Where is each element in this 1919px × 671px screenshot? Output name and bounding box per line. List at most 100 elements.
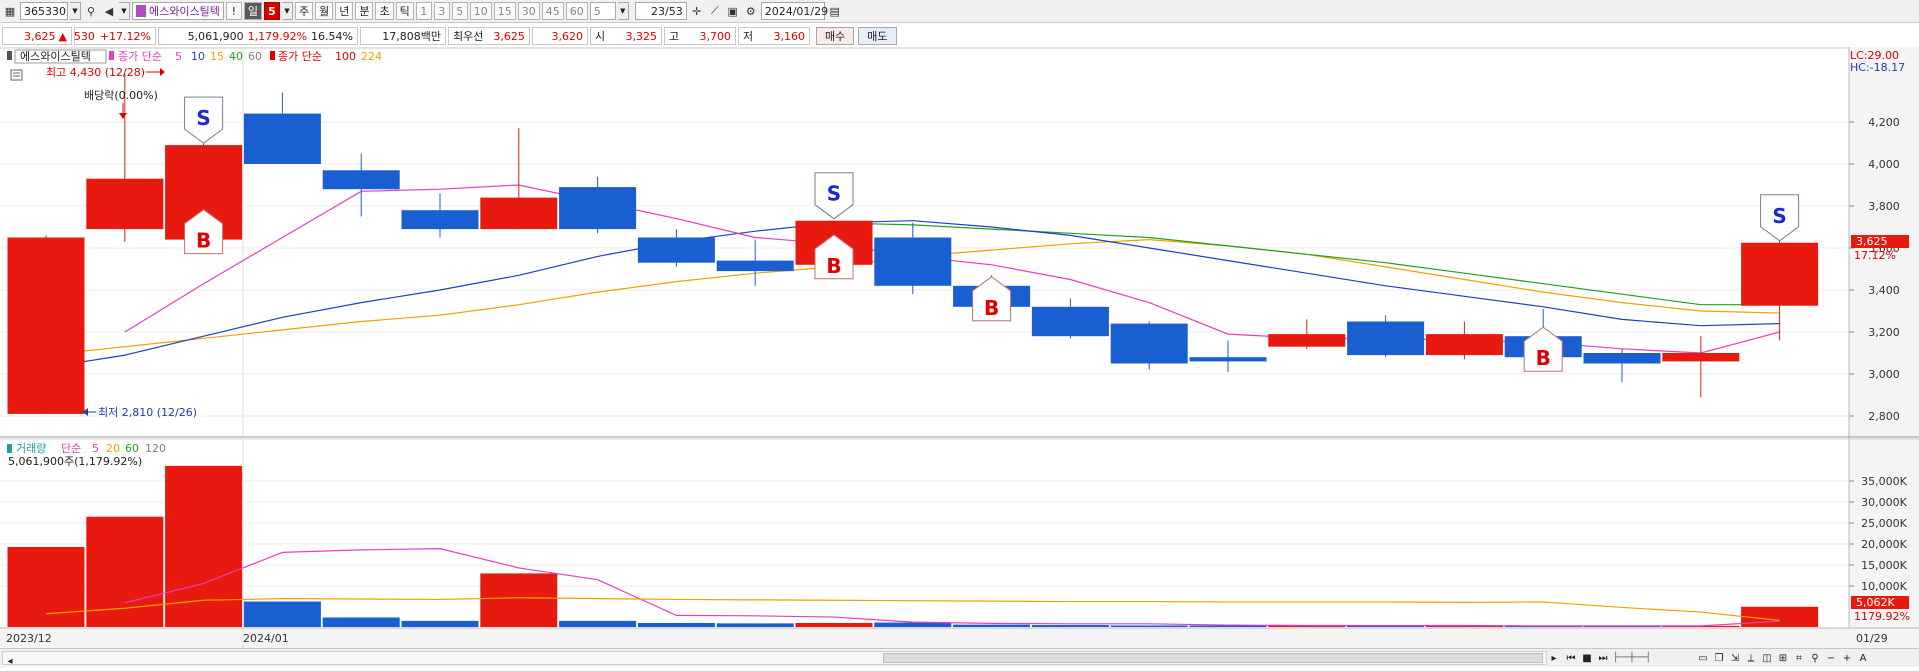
panel-settings-icon[interactable]: [10, 69, 23, 81]
scroll-left-icon[interactable]: ◂: [3, 654, 17, 668]
open-label: 시: [595, 30, 606, 43]
zoom-in-icon[interactable]: +: [1840, 651, 1854, 665]
interval-5-button[interactable]: 5: [451, 2, 468, 20]
chart-icon[interactable]: ◫: [1760, 651, 1774, 665]
price-tick-label: 3,000: [1868, 368, 1900, 381]
buy-button[interactable]: 매수: [816, 27, 855, 45]
crosshair-icon[interactable]: ✛: [689, 2, 705, 20]
tool-icon[interactable]: ⌗: [1792, 651, 1806, 665]
volume-bar: [480, 573, 558, 627]
high-note: 최고 4,430 (12/28): [46, 66, 145, 79]
interval-3-button[interactable]: 3: [433, 2, 450, 20]
period-year-button[interactable]: 년: [335, 2, 354, 20]
speaker-dropdown[interactable]: ▼: [119, 2, 130, 20]
high-price: 고 3,700: [664, 27, 736, 45]
stock-badge-icon: [136, 5, 146, 17]
volume-ma-120: 120: [145, 442, 166, 455]
zoom-slider[interactable]: ├──┼──┤: [1613, 651, 1693, 665]
signal-marker-letter: B: [1536, 346, 1551, 370]
ma2-legend-100: 100: [335, 50, 356, 63]
volume-ratio-tag: 1179.92%: [1854, 610, 1910, 623]
candle-body: [1268, 334, 1346, 347]
search-icon[interactable]: ⚲: [83, 2, 99, 20]
volume-tick-label: 15,000K: [1861, 559, 1907, 572]
interval-45-button[interactable]: 45: [541, 2, 564, 20]
volume-tick-label: 30,000K: [1861, 496, 1907, 509]
volume-bar: [795, 622, 873, 627]
candle-body: [243, 113, 321, 164]
volume-ma-5: 5: [92, 442, 99, 455]
candle-body: [1583, 353, 1661, 364]
volume-bar: [637, 622, 715, 627]
interval-10-button[interactable]: 10: [469, 2, 492, 20]
volume-bar: [7, 546, 85, 627]
alert-button[interactable]: !: [225, 2, 242, 20]
volume-tick-label: 10,000K: [1861, 580, 1907, 593]
stock-code-input[interactable]: 365330: [20, 2, 68, 20]
candle-body: [1425, 334, 1503, 356]
volume-tick-label: 35,000K: [1861, 475, 1907, 488]
candle-body: [874, 237, 952, 286]
period-count-dropdown[interactable]: ▼: [281, 2, 293, 20]
low-label: 저: [743, 30, 754, 43]
layout-icon[interactable]: ▭: [1696, 651, 1710, 665]
speaker-icon[interactable]: ◀: [101, 2, 117, 20]
measure-icon[interactable]: ⟂: [1744, 651, 1758, 665]
low-price: 저 3,160: [738, 27, 810, 45]
search-zoom-icon[interactable]: ⚲: [1808, 651, 1822, 665]
price-tick-label: 4,200: [1868, 116, 1900, 129]
export-icon[interactable]: ⇲: [1728, 651, 1742, 665]
interval-input[interactable]: 5: [589, 2, 616, 20]
interval-dropdown[interactable]: ▼: [617, 2, 629, 20]
period-second-button[interactable]: 초: [375, 2, 394, 20]
price-tick-label: 3,400: [1868, 284, 1900, 297]
period-count-button[interactable]: 5: [263, 2, 280, 20]
interval-15-button[interactable]: 15: [493, 2, 516, 20]
price-tick-label: 2,800: [1868, 410, 1900, 423]
low-note: 최저 2,810 (12/26): [98, 406, 197, 419]
candle-body: [480, 197, 558, 230]
date-label-dec: 2023/12: [6, 632, 52, 645]
calendar-icon[interactable]: ▤: [827, 2, 843, 20]
stock-name-field[interactable]: 에스와이스틸텍: [132, 2, 224, 20]
interval-30-button[interactable]: 30: [517, 2, 540, 20]
copy-icon[interactable]: ❐: [1712, 651, 1726, 665]
volume-bar: [1741, 606, 1819, 627]
save-icon[interactable]: ▣: [725, 2, 741, 20]
ma2-legend-label: 종가 단순: [278, 50, 322, 63]
current-price-value: 3,625: [24, 29, 56, 43]
grid-icon[interactable]: ⊞: [1776, 651, 1790, 665]
gear-icon[interactable]: ⚙: [743, 2, 759, 20]
stock-code-dropdown[interactable]: ▼: [70, 2, 81, 20]
bottom-bar: ◂ ▸ ⏮ ■ ⏭ ├──┼──┤ ▭ ❐ ⇲ ⟂ ◫ ⊞ ⌗ ⚲ − + A: [0, 648, 1919, 667]
period-month-button[interactable]: 월: [315, 2, 334, 20]
volume-bar: [1031, 625, 1109, 627]
candle-body: [1347, 321, 1425, 356]
scrollbar-thumb[interactable]: [883, 653, 1543, 663]
draw-line-icon[interactable]: ⟋: [707, 2, 723, 20]
date-input[interactable]: 2024/01/29: [760, 2, 828, 20]
window-menu-icon[interactable]: ▦: [2, 2, 18, 20]
scroll-end-icon[interactable]: ⏭: [1596, 651, 1610, 665]
zoom-out-icon[interactable]: −: [1824, 651, 1838, 665]
font-size-icon[interactable]: A: [1856, 651, 1870, 665]
volume-tick-label: 20,000K: [1861, 538, 1907, 551]
stop-icon[interactable]: ■: [1580, 651, 1594, 665]
horizontal-scrollbar[interactable]: ◂: [2, 651, 1547, 668]
scroll-start-icon[interactable]: ⏮: [1564, 651, 1578, 665]
period-day-button[interactable]: 일: [243, 2, 262, 20]
sell-button[interactable]: 매도: [858, 27, 897, 45]
period-tick-button[interactable]: 틱: [395, 2, 414, 20]
up-arrow-icon: ▲: [58, 29, 67, 43]
interval-60-button[interactable]: 60: [565, 2, 588, 20]
period-week-button[interactable]: 주: [294, 2, 314, 20]
scroll-right-icon[interactable]: ▸: [1547, 651, 1561, 665]
chart-area[interactable]: SBSBBBS 4,2004,0003,8003,6003,4003,2003,…: [0, 47, 1919, 649]
interval-1-button[interactable]: 1: [415, 2, 432, 20]
candle-body: [1110, 323, 1188, 364]
volume-legend-label: 거래량: [16, 442, 46, 455]
period-minute-button[interactable]: 분: [355, 2, 374, 20]
dividend-note: 배당락(0.00%): [84, 89, 158, 102]
high-label: 고: [669, 30, 680, 43]
legend-bullet-icon: [7, 51, 12, 60]
